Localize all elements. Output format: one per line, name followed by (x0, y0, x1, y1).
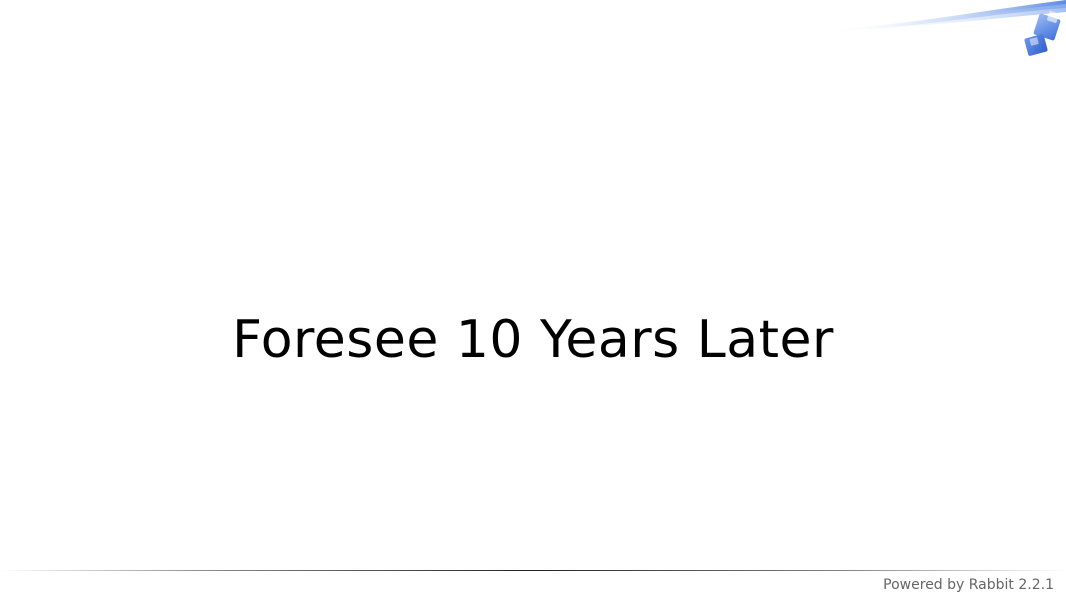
footer-credit: Powered by Rabbit 2.2.1 (883, 577, 1054, 593)
footer-divider (0, 570, 1066, 571)
slide: Foresee 10 Years Later Powered by Rabbit… (0, 0, 1066, 600)
slide-title: Foresee 10 Years Later (232, 310, 834, 370)
corner-decoration-icon (826, 0, 1066, 56)
